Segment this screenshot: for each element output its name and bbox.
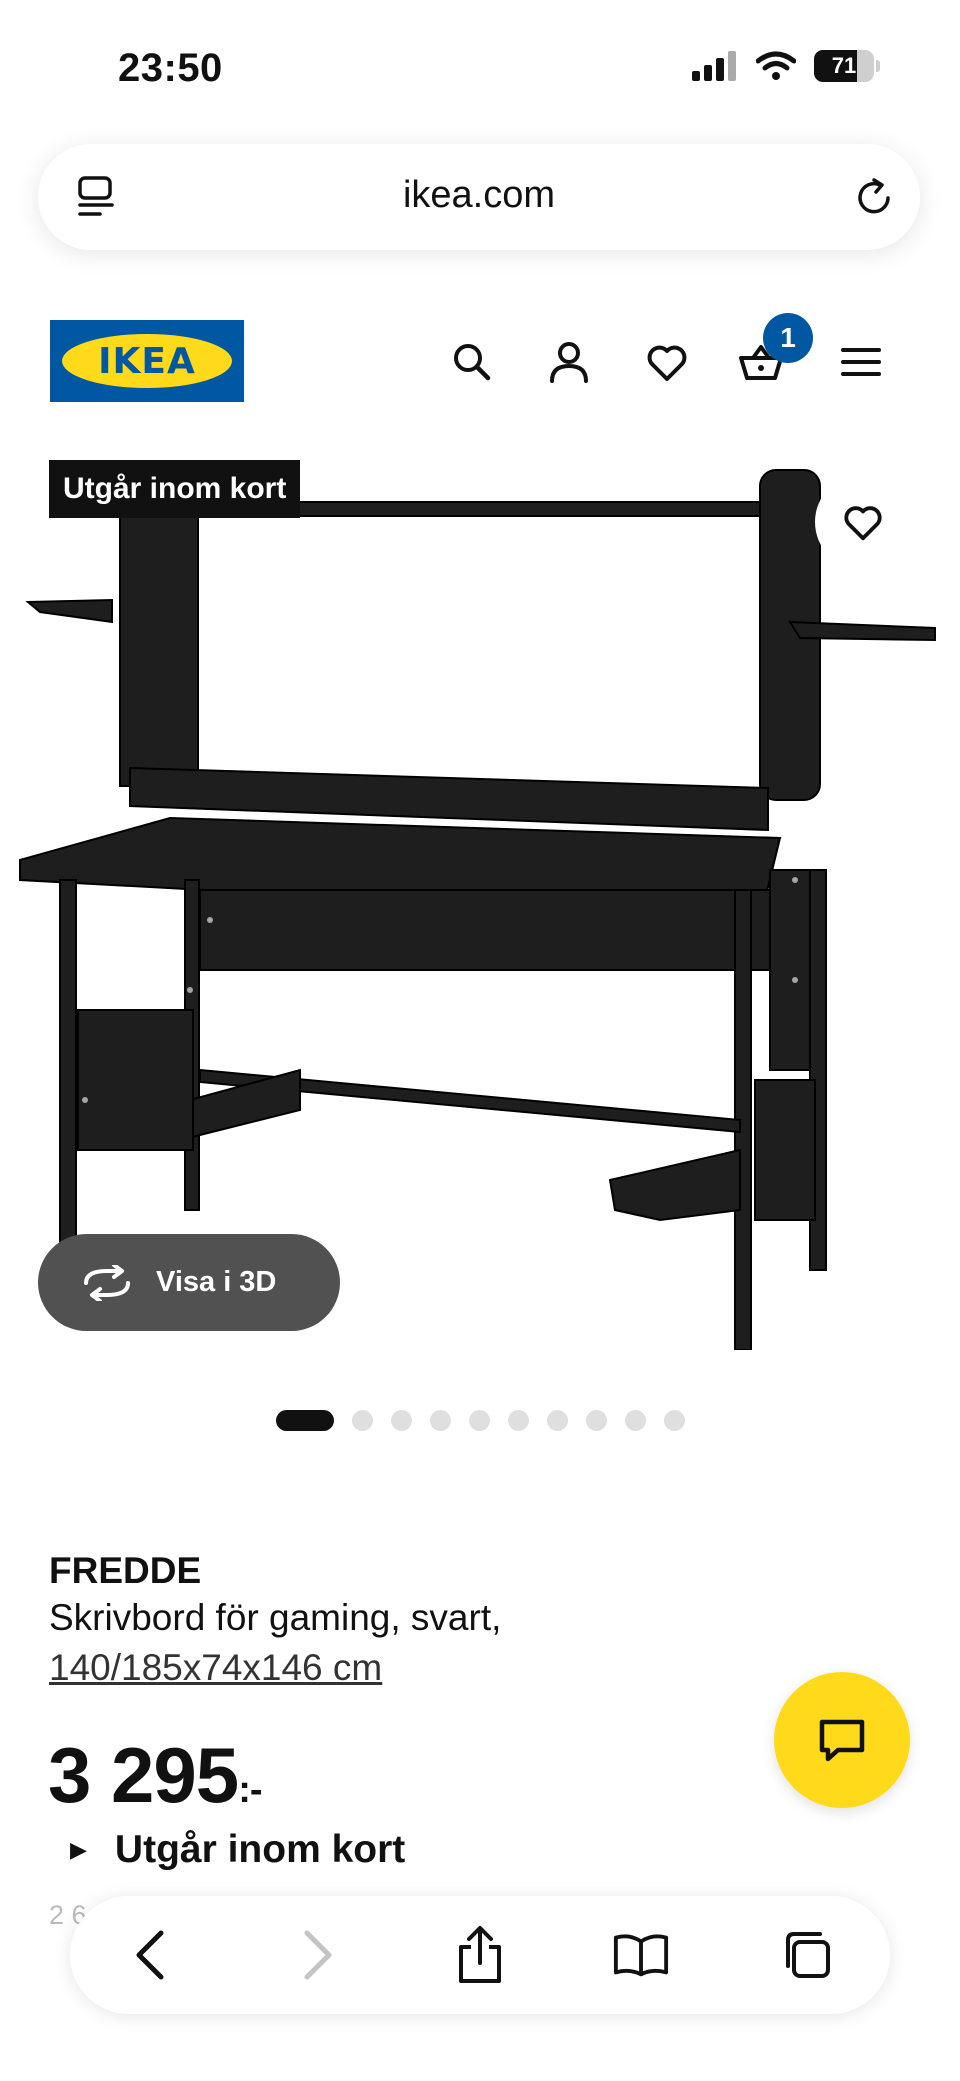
chat-button[interactable] bbox=[774, 1672, 910, 1808]
back-button[interactable] bbox=[122, 1926, 180, 1984]
url-text[interactable]: ikea.com bbox=[38, 174, 920, 217]
carousel-dot[interactable] bbox=[546, 1410, 568, 1431]
share-button[interactable] bbox=[451, 1926, 509, 1984]
carousel-dot[interactable] bbox=[624, 1410, 646, 1431]
menu-icon[interactable] bbox=[837, 338, 885, 386]
forward-button[interactable] bbox=[288, 1926, 346, 1984]
tabs-icon bbox=[786, 1932, 830, 1978]
carousel-dot[interactable] bbox=[429, 1410, 451, 1431]
heart-icon bbox=[844, 506, 882, 541]
signal-icon bbox=[692, 51, 736, 81]
search-icon[interactable] bbox=[448, 338, 496, 386]
product-price: 3 295:- bbox=[48, 1730, 263, 1821]
carousel-dot[interactable] bbox=[507, 1410, 529, 1431]
heart-icon[interactable] bbox=[643, 338, 691, 386]
battery-indicator: 71 bbox=[814, 50, 874, 82]
back-icon bbox=[136, 1930, 164, 1980]
share-icon bbox=[459, 1926, 501, 1983]
rotate-3d-icon bbox=[84, 1264, 130, 1301]
browser-toolbar bbox=[70, 1896, 890, 2014]
address-bar[interactable]: ikea.com bbox=[38, 144, 920, 250]
availability-toggle[interactable]: ▶ Utgår inom kort bbox=[70, 1828, 405, 1872]
product-image[interactable] bbox=[0, 450, 960, 1350]
carousel-dot[interactable] bbox=[390, 1410, 412, 1431]
view-3d-label: Visa i 3D bbox=[156, 1266, 277, 1298]
logo-text: IKEA bbox=[98, 340, 196, 382]
product-name: FREDDE bbox=[49, 1550, 202, 1591]
status-time: 23:50 bbox=[118, 46, 223, 90]
price-suffix: :- bbox=[238, 1769, 262, 1811]
product-measurements-link[interactable]: 140/185x74x146 cm bbox=[49, 1647, 382, 1689]
expand-triangle-icon: ▶ bbox=[70, 1837, 87, 1862]
product-description: Skrivbord för gaming, svart, bbox=[49, 1597, 502, 1638]
bookmarks-icon bbox=[613, 1934, 669, 1977]
user-icon[interactable] bbox=[545, 338, 593, 386]
chat-icon bbox=[819, 1719, 865, 1762]
carousel-dot[interactable] bbox=[468, 1410, 490, 1431]
bookmarks-button[interactable] bbox=[612, 1926, 670, 1984]
image-carousel-dots[interactable] bbox=[0, 1410, 960, 1431]
favorite-button[interactable] bbox=[815, 474, 911, 570]
forward-icon bbox=[304, 1930, 332, 1980]
discontinued-tag: Utgår inom kort bbox=[49, 460, 301, 518]
battery-percent: 71 bbox=[831, 53, 857, 78]
carousel-dot-active[interactable] bbox=[275, 1410, 334, 1431]
reload-icon[interactable] bbox=[850, 174, 898, 222]
status-indicators: 71 bbox=[692, 50, 880, 82]
carousel-dot[interactable] bbox=[351, 1410, 373, 1431]
carousel-dot[interactable] bbox=[663, 1410, 685, 1431]
view-3d-button[interactable]: Visa i 3D bbox=[38, 1234, 340, 1331]
carousel-dot[interactable] bbox=[585, 1410, 607, 1431]
cart-count-badge: 1 bbox=[763, 313, 813, 363]
wifi-icon bbox=[756, 51, 796, 80]
price-value: 3 295 bbox=[48, 1731, 239, 1819]
availability-text: Utgår inom kort bbox=[114, 1828, 406, 1871]
tabs-button[interactable] bbox=[778, 1926, 836, 1984]
ikea-logo[interactable]: IKEA bbox=[50, 320, 244, 402]
